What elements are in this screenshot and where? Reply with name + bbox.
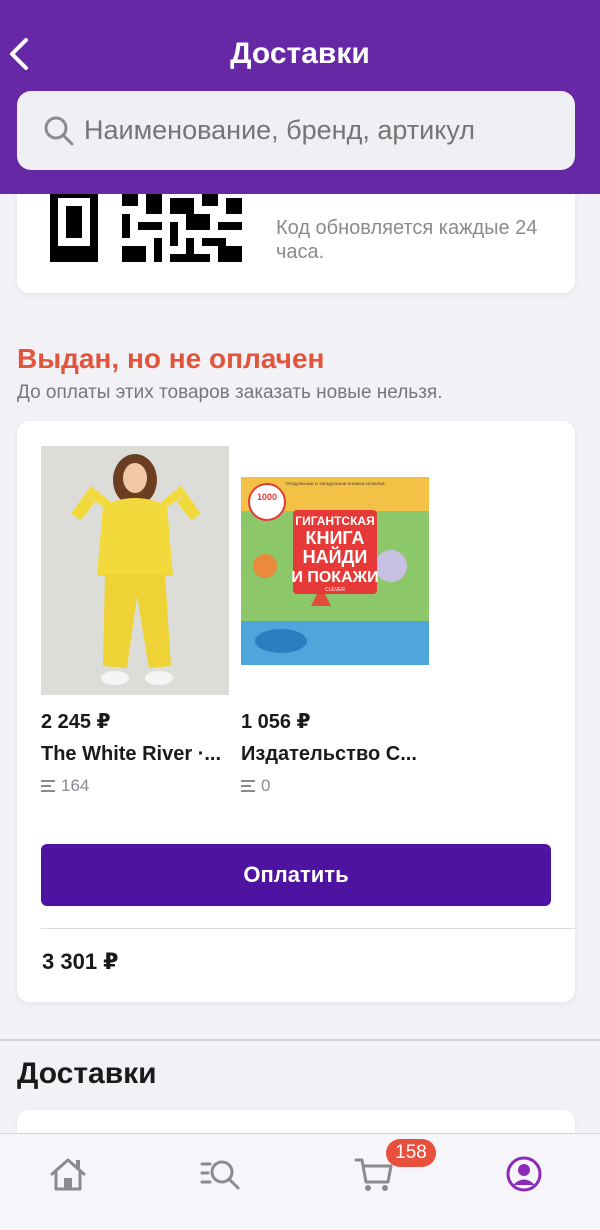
book-title-line-4: И ПОКАЖИ xyxy=(291,569,378,586)
search-bar[interactable] xyxy=(17,91,575,170)
qr-code-image xyxy=(50,190,242,262)
bottom-tab-bar xyxy=(0,1133,600,1230)
home-icon xyxy=(50,1158,86,1191)
cart-count-badge: 158 xyxy=(386,1139,436,1167)
top-header: Доставки xyxy=(0,0,600,194)
product-name[interactable]: Издательство С... xyxy=(241,743,429,766)
order-total: 3 301 ₽ xyxy=(42,949,119,974)
product-count: 164 xyxy=(41,776,229,796)
catalog-search-icon xyxy=(200,1160,240,1190)
qr-refresh-note: Код обновляется каждые 24 часа. xyxy=(276,217,538,263)
svg-text:1000: 1000 xyxy=(257,492,277,502)
section-divider xyxy=(0,1039,600,1041)
deliveries-heading: Доставки xyxy=(17,1057,157,1090)
product-count-value: 164 xyxy=(61,776,90,795)
product-count-value: 0 xyxy=(261,776,271,795)
product-count: 0 xyxy=(241,776,429,796)
product-name[interactable]: The White River ·... xyxy=(41,743,229,766)
list-icon xyxy=(241,780,255,792)
product-price: 2 245 ₽ xyxy=(41,711,111,733)
tab-profile[interactable] xyxy=(504,1154,544,1194)
book-publisher: CLEVER xyxy=(325,587,345,593)
search-input[interactable] xyxy=(84,91,564,170)
product-image-book[interactable]: ГИГАНТСКАЯ КНИГА НАЙДИ И ПОКАЖИ CLEVER 1… xyxy=(241,446,429,695)
unpaid-section-title: Выдан, но не оплачен xyxy=(17,343,325,374)
page-title: Доставки xyxy=(230,37,370,70)
book-title-line-2: КНИГА xyxy=(306,528,365,548)
product-image-yellow-suit[interactable] xyxy=(41,446,229,695)
profile-icon xyxy=(506,1156,542,1192)
unpaid-section-subtitle: До оплаты этих товаров заказать новые не… xyxy=(17,382,443,403)
book-title-line-1: ГИГАНТСКАЯ xyxy=(295,514,374,528)
book-title-line-3: НАЙДИ xyxy=(303,546,368,567)
divider xyxy=(41,928,575,929)
product-price: 1 056 ₽ xyxy=(241,711,311,733)
product-item[interactable]: 2 245 ₽ The White River ·... 164 xyxy=(41,446,229,796)
product-item[interactable]: ГИГАНТСКАЯ КНИГА НАЙДИ И ПОКАЖИ CLEVER 1… xyxy=(241,446,429,796)
list-icon xyxy=(41,780,55,792)
book-cover-image: ГИГАНТСКАЯ КНИГА НАЙДИ И ПОКАЖИ CLEVER 1… xyxy=(241,477,429,665)
search-icon xyxy=(44,116,74,146)
tab-catalog[interactable] xyxy=(200,1154,240,1194)
book-top-text: ПРОДОЛЬНЫЕ И ЗАГАДОЧНЫЕ КНИЖКИ-ИСКАЛКИ xyxy=(285,481,384,486)
tab-home[interactable] xyxy=(48,1154,88,1194)
unpaid-order-card: 2 245 ₽ The White River ·... 164 ГИГАНТС… xyxy=(17,421,575,1002)
kid-yellow-suit-photo xyxy=(41,446,229,695)
pay-button[interactable]: Оплатить xyxy=(41,844,551,906)
